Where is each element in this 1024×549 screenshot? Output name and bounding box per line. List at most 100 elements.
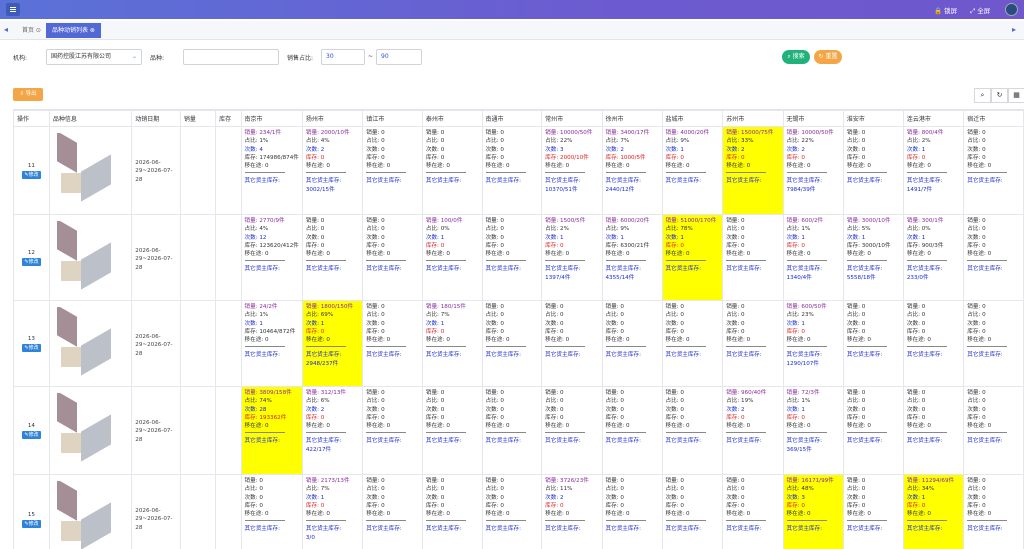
city-other-owner-stock-value: 1340/4件 (786, 274, 812, 281)
city-transit: 移在途: 0 (485, 337, 510, 344)
city-other-owner-stock: 其它货主库存: (305, 526, 342, 533)
search-toggle-icon[interactable]: ⌕ (974, 88, 991, 103)
org-select[interactable]: 国药控股江苏有限公司 ⌄ (46, 49, 142, 65)
variety-info-cell (48, 386, 133, 475)
menu-icon[interactable] (6, 3, 20, 16)
city-other-owner-stock: 其它货主库存: (786, 178, 822, 185)
divider (605, 432, 646, 434)
city-cell: 销量: 0 占比: 0 次数: 0 库存: 0 移在途: 0 其它货主库存: (722, 474, 784, 549)
city-transit: 移在途: 0 (305, 251, 330, 258)
edit-label: 修改 (28, 520, 39, 527)
city-cell: 销量: 0 占比: 0 次数: 0 库存: 0 移在途: 0 其它货主库存: (481, 126, 543, 215)
city-transit: 移在途: 0 (485, 251, 510, 258)
edit-button[interactable]: ✎修改 (22, 257, 41, 266)
columns-icon[interactable]: ▦ (1008, 88, 1024, 103)
tab-home[interactable]: 首页 ⊙ (16, 23, 47, 38)
tab-scroll-left-icon[interactable]: ◂ (4, 25, 8, 34)
divider (967, 172, 1008, 174)
avatar[interactable] (1005, 3, 1018, 16)
city-sales: 销量: 72/3件 (786, 390, 820, 396)
city-transit: 移在途: 0 (967, 337, 992, 344)
city-stock: 库存: 0 (786, 414, 805, 421)
city-ratio: 占比: 0 (545, 398, 564, 405)
city-sales: 销量: 16171/99件 (786, 478, 834, 484)
city-ratio: 占比: 0 (605, 486, 624, 493)
city-ratio: 占比: 0 (665, 398, 684, 405)
city-count: 次数: 0 (726, 234, 745, 241)
city-cell: 销量: 0 占比: 0 次数: 0 库存: 0 移在途: 0 其它货主库存: (902, 386, 965, 475)
divider (305, 172, 346, 174)
city-stock: 库存: 0 (726, 242, 745, 249)
divider (906, 520, 947, 522)
city-cell: 销量: 0 占比: 0 次数: 0 库存: 0 移在途: 0 其它货主库存: (541, 386, 603, 475)
reset-button[interactable]: ↻ 重置 (814, 50, 842, 64)
city-count: 次数: 0 (485, 406, 504, 413)
city-stock: 库存: 0 (786, 154, 805, 161)
divider (485, 432, 526, 434)
city-count: 次数: 0 (425, 494, 445, 501)
city-ratio: 占比: 33% (726, 138, 754, 145)
city-cell: 销量: 0 占比: 0 次数: 0 库存: 0 移在途: 0 其它货主库存: (661, 386, 724, 475)
city-transit: 移在途: 0 (786, 511, 811, 518)
stock-cell (215, 126, 242, 215)
city-other-owner-stock: 其它货主库存: (425, 266, 462, 273)
city-transit: 移在途: 0 (605, 251, 630, 258)
lock-screen-button[interactable]: 🔒 锁屏 (934, 5, 957, 15)
city-cell: 销量: 3726/23件 占比: 11% 次数: 2 库存: 0 移在途: 0 其它货主库… (541, 474, 603, 549)
city-sales: 销量: 3000/10件 (846, 218, 891, 224)
tab-variety-sales-list[interactable]: 品种动销列表 ⊗ (46, 23, 101, 38)
city-stock: 库存: 0 (967, 242, 986, 249)
city-cell: 销量: 0 占比: 0 次数: 0 库存: 0 移在途: 0 其它货主库存: (842, 126, 904, 215)
city-sales: 销量: 0 (726, 478, 745, 484)
ratio-from-input[interactable]: 30 (321, 49, 365, 65)
city-sales: 销量: 15000/75件 (726, 130, 774, 136)
city-sales: 销量: 0 (726, 304, 745, 310)
sales-cell (179, 126, 217, 215)
variety-input[interactable] (183, 49, 279, 65)
column-header: 徐州市 (601, 110, 663, 127)
city-transit: 移在途: 0 (425, 423, 450, 430)
sales-period-cell: 2026-06-29~2026-07-28 (131, 214, 181, 301)
stock-cell (215, 300, 242, 387)
export-button[interactable]: ⇩ 导出 (13, 88, 43, 101)
edit-button[interactable]: ✎修改 (22, 343, 41, 352)
city-sales: 销量: 1500/5件 (545, 218, 586, 224)
city-count: 次数: 0 (846, 406, 866, 413)
city-sales: 销量: 0 (485, 218, 504, 224)
city-count: 次数: 2 (726, 146, 745, 153)
city-cell: 销量: 51000/170件 占比: 78% 次数: 1 库存: 0 移在途: 0 其它货… (661, 214, 724, 301)
sales-period: 2026-06-29~2026-07-28 (135, 420, 173, 443)
fullscreen-button[interactable]: ⤢ 全屏 (970, 5, 990, 16)
city-ratio: 占比: 22% (786, 138, 814, 145)
edit-button[interactable]: ✎修改 (22, 430, 41, 439)
city-sales: 销量: 0 (665, 304, 684, 310)
city-count: 次数: 2 (305, 146, 325, 153)
product-image (53, 133, 123, 203)
city-cell: 销量: 600/50件 占比: 23% 次数: 1 库存: 0 移在途: 0 其它货主库存… (782, 300, 844, 387)
variety-info-cell (48, 126, 133, 215)
city-stock: 库存: 0 (485, 242, 504, 249)
city-stock: 库存: 0 (366, 414, 385, 421)
city-count: 次数: 1 (786, 320, 805, 327)
column-header: 常州市 (541, 110, 603, 127)
city-sales: 销量: 0 (967, 304, 986, 310)
city-transit: 移在途: 0 (244, 251, 269, 258)
city-cell: 销量: 4000/20件 占比: 9% 次数: 1 库存: 0 移在途: 0 其它货主库存… (661, 126, 724, 215)
city-stock: 库存: 0 (665, 502, 684, 509)
city-transit: 移在途: 0 (967, 511, 992, 518)
divider (846, 260, 887, 262)
city-count: 次数: 0 (967, 494, 986, 501)
city-sales: 销量: 0 (545, 304, 564, 310)
city-ratio: 占比: 0 (605, 398, 624, 405)
ratio-to-input[interactable]: 90 (376, 49, 422, 65)
edit-button[interactable]: ✎修改 (22, 519, 41, 528)
edit-label: 修改 (28, 431, 39, 438)
refresh-icon[interactable]: ↻ (991, 88, 1008, 103)
city-stock: 库存: 0 (846, 328, 866, 335)
search-button[interactable]: ⌕ 搜索 (782, 50, 810, 64)
city-sales: 销量: 3726/23件 (545, 478, 589, 484)
tab-scroll-right-icon[interactable]: ▸ (1012, 25, 1016, 34)
divider (846, 346, 887, 348)
city-count: 次数: 2 (545, 494, 564, 501)
edit-button[interactable]: ✎修改 (22, 170, 41, 179)
